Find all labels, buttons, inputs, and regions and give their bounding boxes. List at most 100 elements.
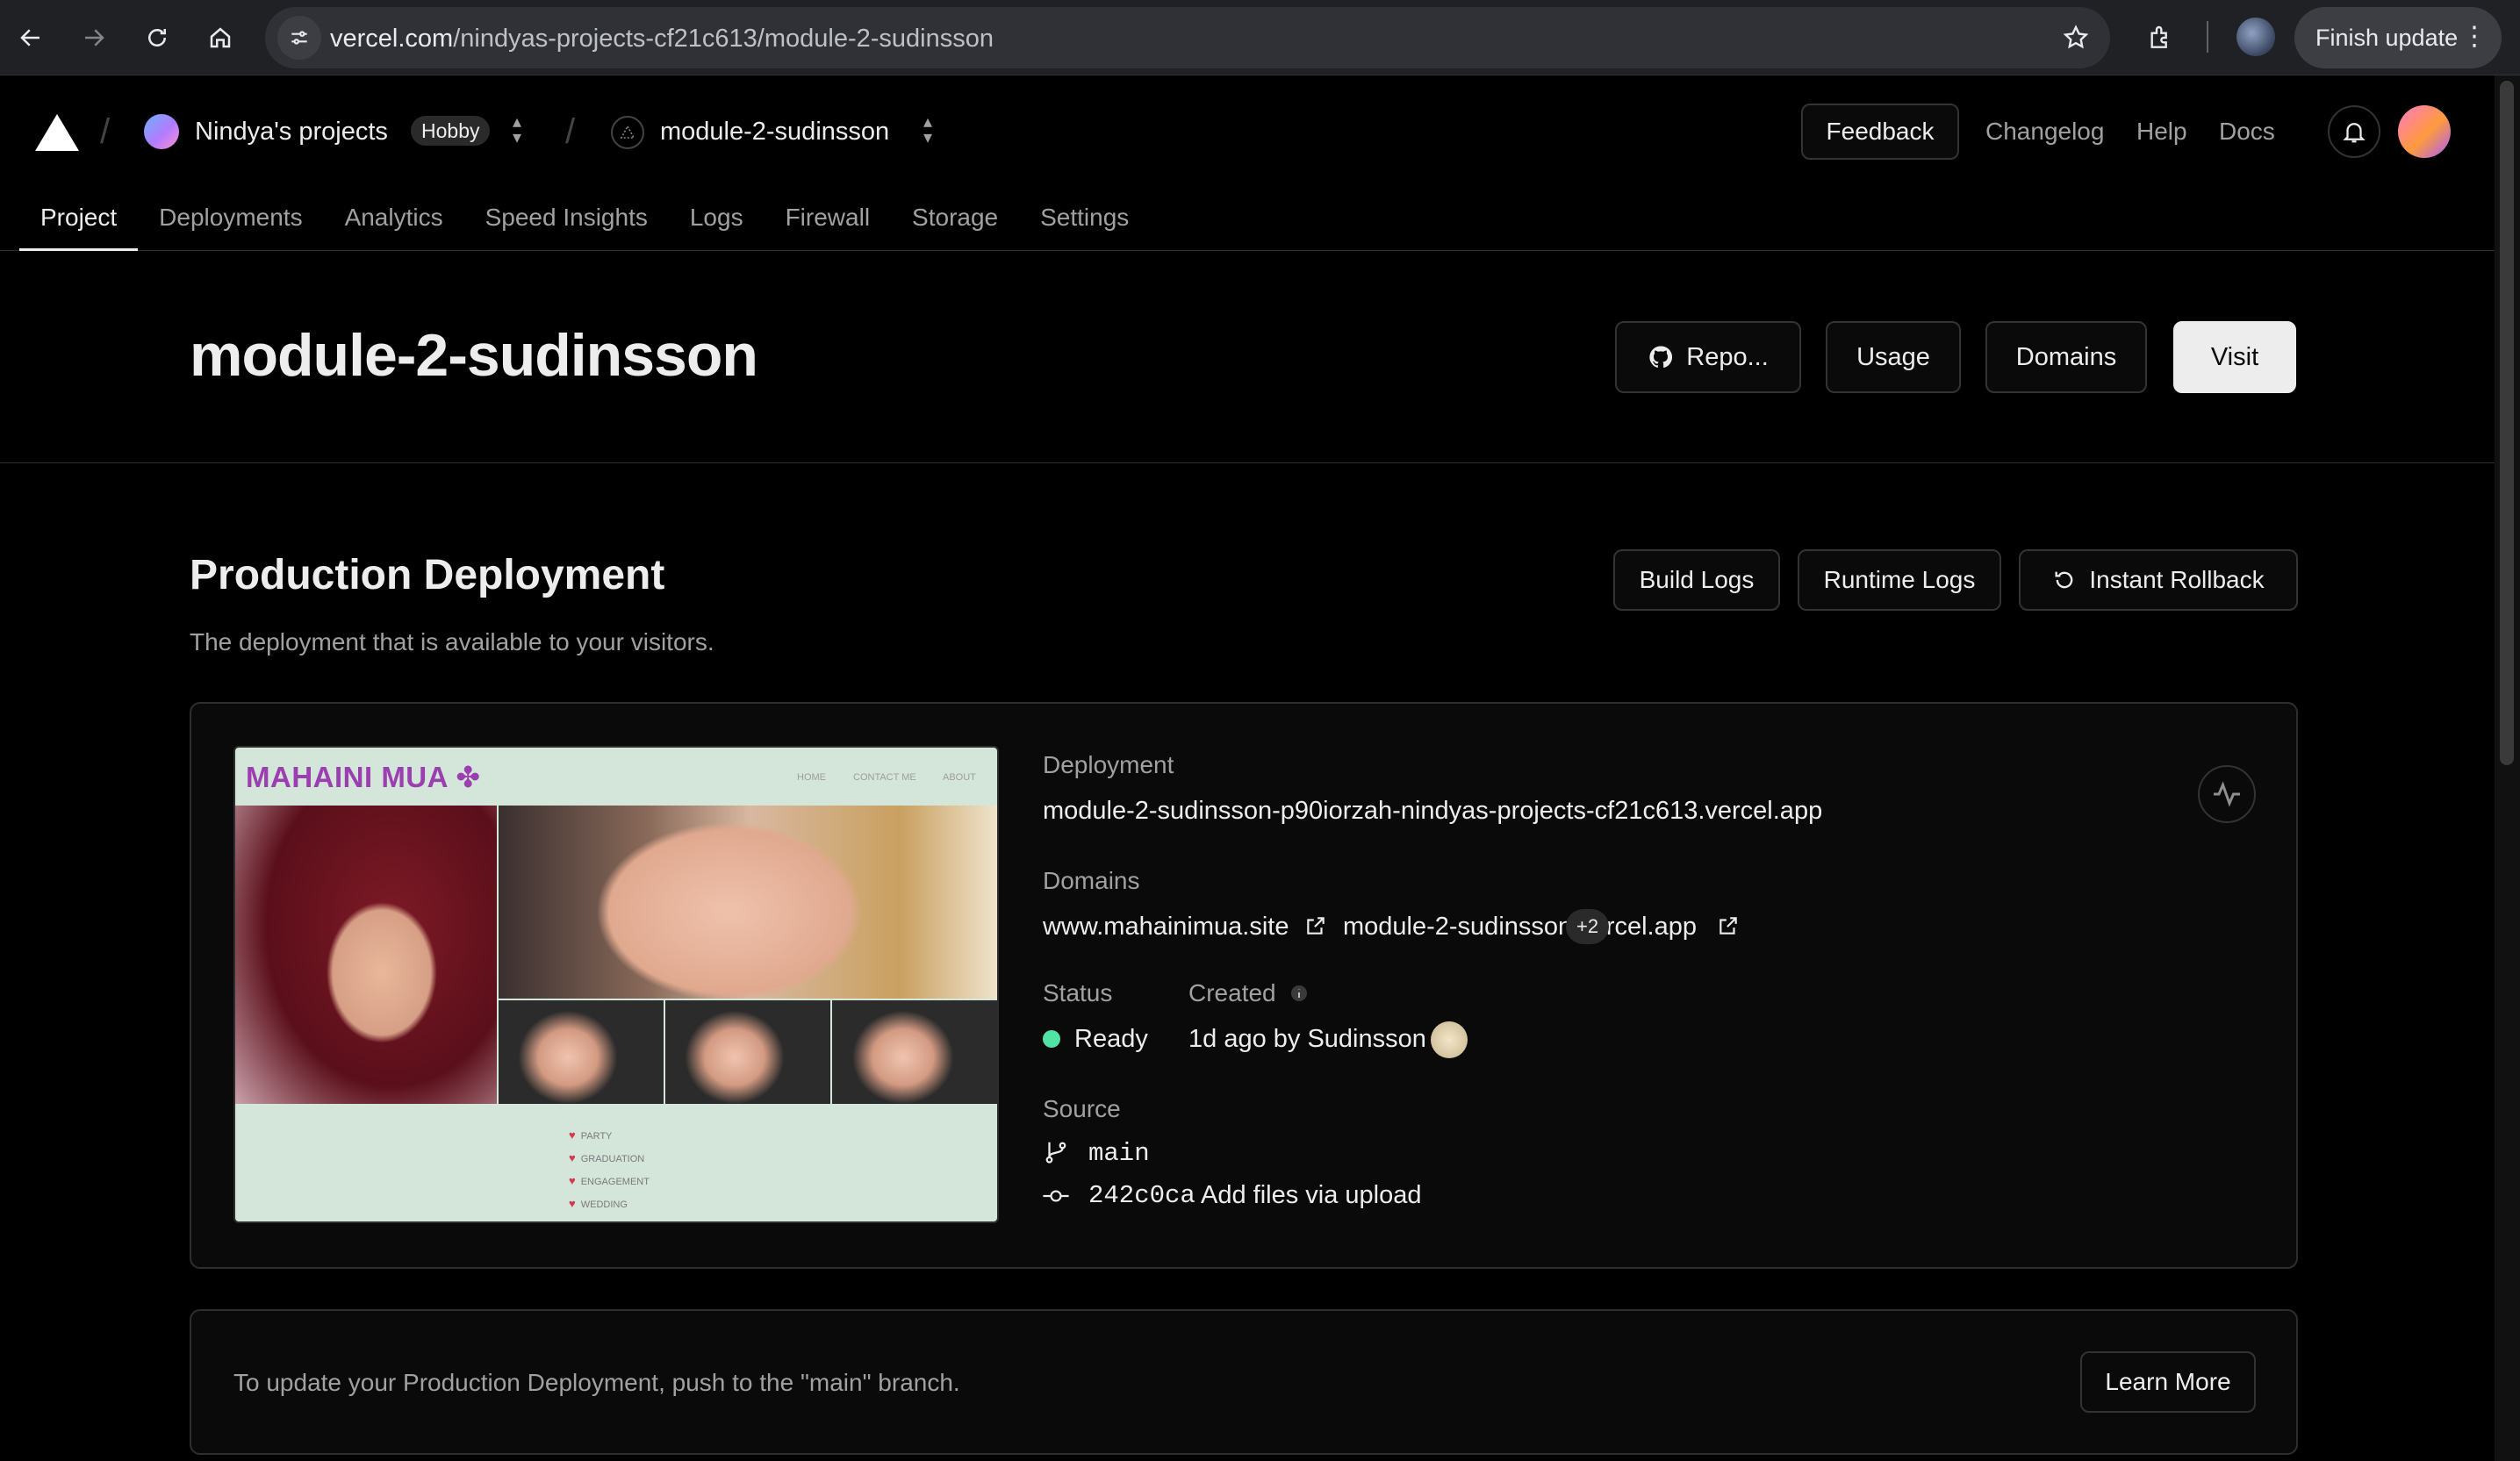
creator-avatar[interactable] — [1431, 1021, 1468, 1058]
commit-message[interactable]: Add files via upload — [1201, 1181, 1422, 1210]
preview-service-label: ENGAGEMENT — [580, 1177, 650, 1187]
status-ready-dot — [1043, 1030, 1060, 1048]
extensions-icon[interactable] — [2138, 16, 2182, 60]
preview-thumb-photo — [665, 1000, 830, 1104]
source-label: Source — [1043, 1095, 1121, 1122]
activity-pulse-icon[interactable] — [2198, 765, 2256, 823]
team-switcher-icon[interactable]: ▴ ▾ — [504, 113, 530, 149]
preview-service-label: GRADUATION — [580, 1154, 645, 1164]
notifications-bell-icon[interactable] — [2328, 105, 2380, 158]
project-title-band: module-2-sudinsson Repo... Usage Domains… — [0, 251, 2495, 463]
preview-service-item: ♥ GRADUATION — [569, 1151, 644, 1164]
status-value: Ready — [1074, 1025, 1148, 1053]
domains-button[interactable]: Domains — [1985, 321, 2147, 393]
repository-button-label: Repo... — [1686, 342, 1769, 371]
browser-profile-avatar[interactable] — [2236, 18, 2275, 56]
deployment-label: Deployment — [1043, 751, 1174, 778]
preview-service-label: WEDDING — [580, 1200, 628, 1210]
preview-nav-about: ABOUT — [943, 772, 976, 783]
vercel-header: / Nindya's projects Hobby ▴ ▾ / module-2-… — [0, 75, 2495, 251]
preview-nav-contact: CONTACT ME — [853, 772, 916, 783]
visit-button[interactable]: Visit — [2173, 321, 2296, 393]
learn-more-button[interactable]: Learn More — [2080, 1351, 2256, 1413]
created-label: Created — [1188, 979, 1276, 1006]
more-domains-badge[interactable]: +2 — [1566, 909, 1610, 944]
heart-icon: ♥ — [569, 1151, 576, 1164]
preview-nav-home: HOME — [797, 772, 826, 783]
help-link[interactable]: Help — [2136, 118, 2187, 146]
section-subtitle: The deployment that is available to your… — [190, 628, 714, 655]
project-switcher-icon[interactable]: ▴ ▾ — [915, 113, 941, 149]
team-name-link[interactable]: Nindya's projects — [195, 118, 388, 147]
tab-logs[interactable]: Logs — [669, 198, 765, 251]
domain-link-primary[interactable]: www.mahainimua.site — [1043, 913, 1289, 942]
external-link-icon[interactable] — [1717, 914, 1740, 937]
tab-firewall[interactable]: Firewall — [765, 198, 891, 251]
commit-hash[interactable]: 242c0ca — [1088, 1181, 1195, 1210]
status-label: Status — [1043, 979, 1113, 1006]
home-icon[interactable] — [198, 16, 242, 60]
project-icon — [611, 116, 644, 149]
preview-brand: MAHAINI MUA ✤ — [246, 760, 481, 794]
finish-update-button[interactable]: Finish update ⋮ — [2294, 7, 2502, 68]
repository-button[interactable]: Repo... — [1615, 321, 1801, 393]
preview-service-item: ♥ ENGAGEMENT — [569, 1174, 650, 1187]
build-logs-button[interactable]: Build Logs — [1613, 549, 1780, 611]
instant-rollback-button[interactable]: Instant Rollback — [2019, 549, 2298, 611]
usage-button[interactable]: Usage — [1826, 321, 1961, 393]
git-commit-icon — [1043, 1190, 1069, 1202]
tab-analytics[interactable]: Analytics — [324, 198, 464, 251]
bookmark-star-icon[interactable] — [2054, 16, 2098, 60]
docs-link[interactable]: Docs — [2219, 118, 2275, 146]
tab-storage[interactable]: Storage — [891, 198, 1019, 251]
tab-speed-insights[interactable]: Speed Insights — [464, 198, 669, 251]
external-link-icon[interactable] — [1304, 914, 1327, 937]
preview-service-item: ♥ WEDDING — [569, 1197, 628, 1210]
scrollbar-thumb[interactable] — [2500, 81, 2514, 765]
more-menu-icon[interactable]: ⋮ — [2461, 21, 2488, 53]
url-host: vercel.com — [330, 25, 454, 53]
project-name-link[interactable]: module-2-sudinsson — [660, 118, 889, 147]
github-icon — [1649, 346, 1673, 369]
domain-link-vercel[interactable]: module-2-sudinsson.vercel.app — [1343, 913, 1697, 942]
preview-brand-text: MAHAINI MUA — [246, 761, 448, 793]
preview-closeup-photo — [499, 806, 997, 999]
preview-thumb-photo — [832, 1000, 997, 1104]
heart-icon: ♥ — [569, 1197, 576, 1210]
project-tabs: Project Deployments Analytics Speed Insi… — [19, 198, 1150, 251]
branch-name[interactable]: main — [1088, 1139, 1150, 1168]
section-title: Production Deployment — [190, 552, 665, 598]
info-icon[interactable] — [1289, 983, 1310, 1004]
url-path: /nindyas-projects-cf21c613/module-2-sudi… — [453, 25, 994, 53]
runtime-logs-button[interactable]: Runtime Logs — [1798, 549, 2001, 611]
address-bar[interactable]: vercel.com/nindyas-projects-cf21c613/mod… — [265, 7, 2110, 68]
production-branch-note: To update your Production Deployment, pu… — [190, 1309, 2298, 1455]
preview-service-item: ♥ PARTY — [569, 1128, 612, 1142]
forward-icon[interactable] — [72, 16, 116, 60]
user-avatar[interactable] — [2398, 105, 2451, 158]
domains-label: Domains — [1043, 867, 1140, 894]
preview-service-label: PARTY — [580, 1131, 613, 1142]
plan-badge: Hobby — [411, 116, 491, 146]
browser-toolbar: vercel.com/nindyas-projects-cf21c613/mod… — [0, 0, 2520, 75]
back-icon[interactable] — [9, 16, 53, 60]
site-settings-icon[interactable] — [277, 16, 321, 60]
feedback-button[interactable]: Feedback — [1801, 104, 1959, 160]
toolbar-divider — [2207, 21, 2208, 53]
team-avatar[interactable] — [144, 114, 179, 149]
vercel-logo-icon[interactable] — [35, 114, 79, 151]
reload-icon[interactable] — [135, 16, 179, 60]
deployment-url-link[interactable]: module-2-sudinsson-p90iorzah-nindyas-pro… — [1043, 797, 1822, 826]
tab-settings[interactable]: Settings — [1019, 198, 1150, 251]
url-text[interactable]: vercel.com/nindyas-projects-cf21c613/mod… — [330, 25, 994, 54]
breadcrumb-separator: / — [100, 112, 111, 151]
deployment-preview[interactable]: MAHAINI MUA ✤ HOME CONTACT ME ABOUT ♥ PAR… — [233, 746, 999, 1223]
page-title: module-2-sudinsson — [190, 322, 758, 389]
heart-icon: ♥ — [569, 1128, 576, 1142]
tab-project[interactable]: Project — [19, 198, 139, 251]
preview-thumb-photo — [499, 1000, 664, 1104]
tab-deployments[interactable]: Deployments — [138, 198, 323, 251]
changelog-link[interactable]: Changelog — [1985, 118, 2104, 146]
note-text: To update your Production Deployment, pu… — [233, 1369, 960, 1396]
finish-update-label: Finish update — [2315, 24, 2459, 51]
